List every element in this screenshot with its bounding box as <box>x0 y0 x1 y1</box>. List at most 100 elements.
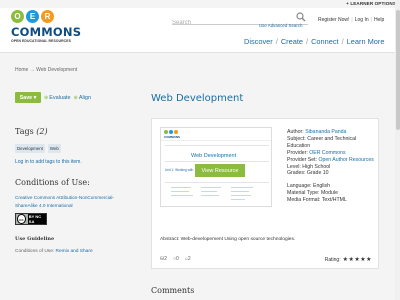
use-guideline-text: Conditions of Use: Remix and Share <box>15 249 93 254</box>
thumbnail-line <box>171 187 191 188</box>
cc-terms: BY NC SA <box>27 214 46 224</box>
thumbnail-line <box>165 145 269 146</box>
logo-dots: O E R <box>11 10 54 23</box>
oer-commons-logo[interactable]: O E R COMMONS OPEN EDUCATIONAL RESOURCES <box>8 8 81 52</box>
thumbnail-line <box>171 191 189 192</box>
divider: / <box>275 37 278 46</box>
evaluate-label: Evaluate <box>49 94 71 101</box>
divider: / <box>341 37 344 46</box>
thumbnail-line <box>231 191 249 192</box>
save-button[interactable]: Save ▾ <box>15 92 41 103</box>
resource-thumbnail[interactable]: COMMONS Web Development Unit 1: Working … <box>160 127 272 207</box>
cc-icon: cc <box>17 214 26 224</box>
remix-and-share-link[interactable]: Remix and Share <box>56 249 93 254</box>
login-to-tag-link[interactable]: Log in to add tags to this item. <box>15 159 82 165</box>
register-link[interactable]: Register Now! <box>318 17 349 23</box>
utility-bar: + LEARNER OPTIONS <box>0 0 400 8</box>
meta-material-type: Material Type: Module <box>287 190 338 197</box>
nav-discover[interactable]: Discover <box>244 37 273 46</box>
conditions-heading: Conditions of Use: <box>15 178 90 187</box>
meta-language: Language: English <box>287 183 330 190</box>
tag-list: Development Web <box>15 144 61 153</box>
tag-web[interactable]: Web <box>47 144 61 153</box>
advanced-search-link[interactable]: Use Advanced Search <box>259 23 302 28</box>
scrollbar-thumb[interactable] <box>395 10 400 130</box>
tag-development[interactable]: Development <box>15 144 45 153</box>
thumbnail-wordmark: COMMONS <box>164 135 180 139</box>
use-guideline-heading: Use Guideline <box>15 236 55 242</box>
nav-create[interactable]: Create <box>281 37 303 46</box>
abstract-text: Web-developement Using open source techn… <box>180 237 296 242</box>
resource-metadata: Author: Sibananda Panda Subject: Career … <box>287 129 377 204</box>
resource-footer: ⛁2 ○0 ⌂2 Rating: ★★★★★ <box>160 256 372 264</box>
cc-license-badge[interactable]: cc BY NC SA <box>15 213 47 225</box>
evaluate-icon: ⊕ <box>44 94 49 101</box>
site-header: O E R COMMONS OPEN EDUCATIONAL RESOURCES… <box>0 8 400 53</box>
thumbnail-line <box>231 195 251 196</box>
resource-counts: ⛁2 ○0 ⌂2 <box>160 256 191 262</box>
use-guideline-label: Conditions of Use: <box>15 249 55 254</box>
author-link[interactable]: Sibananda Panda <box>305 129 346 135</box>
nav-connect[interactable]: Connect <box>311 37 339 46</box>
thumbnail-header: COMMONS <box>161 128 271 141</box>
saves-count[interactable]: ⛁2 <box>160 256 167 262</box>
help-link[interactable]: Help <box>374 17 384 23</box>
rating-label: Rating: <box>324 256 341 263</box>
logo-dot-o: O <box>11 10 24 23</box>
provider-link[interactable]: OER Commons <box>309 150 345 156</box>
thumbnail-line <box>171 195 193 196</box>
logo-dot-e: E <box>26 10 39 23</box>
breadcrumb-home[interactable]: Home <box>15 67 28 73</box>
learner-options-toggle[interactable]: + LEARNER OPTIONS <box>346 1 396 6</box>
login-link[interactable]: Log In <box>355 17 369 23</box>
meta-subject: Subject: Career and Technical Education <box>287 135 357 149</box>
resource-rating: Rating: ★★★★★ <box>324 256 372 264</box>
meta-media-format: Media Format: Text/HTML <box>287 197 347 204</box>
logo-wordmark: COMMONS <box>11 25 82 39</box>
meta-level: Level: High School <box>287 163 331 170</box>
resource-abstract: Abstract: Web-developement Using open so… <box>160 237 295 242</box>
breadcrumb-arrow-icon: → <box>29 67 35 73</box>
divider: / <box>306 37 309 46</box>
meta-provider: Provider: OER Commons <box>287 149 346 156</box>
main-nav: Discover / Create / Connect / Learn More <box>244 37 384 46</box>
comments-count[interactable]: ○0 <box>173 256 179 262</box>
abstract-label: Abstract: <box>160 237 180 242</box>
search-icon[interactable] <box>296 12 306 22</box>
nav-learn-more[interactable]: Learn More <box>347 37 385 46</box>
tags-count-indicator[interactable]: ⌂2 <box>185 256 191 262</box>
thumbnail-line <box>231 187 253 188</box>
view-resource-button[interactable]: View Resource <box>195 164 245 177</box>
page-scrollbar[interactable] <box>395 0 400 300</box>
rating-stars-icon[interactable]: ★★★★★ <box>343 256 372 263</box>
comments-heading: Comments <box>151 286 195 295</box>
thumbnail-line <box>201 191 217 192</box>
thumbnail-logo-icon <box>164 130 178 134</box>
thumbnail-line <box>201 195 219 196</box>
align-link[interactable]: ⊕ Align <box>74 95 91 101</box>
meta-provider-set: Provider Set: Open Author Resources <box>287 156 374 163</box>
account-links: Register Now! | Log In | Help <box>318 17 384 23</box>
thumbnail-line <box>231 199 245 200</box>
thumbnail-line <box>201 187 221 188</box>
thumbnail-title: Web Development <box>191 153 237 159</box>
tags-title: Tags <box>15 127 34 136</box>
divider: | <box>370 17 372 23</box>
breadcrumb-current: Web Development <box>36 67 78 73</box>
thumbnail-unit: Unit 1: Working with <box>165 168 194 172</box>
evaluate-link[interactable]: ⊕ Evaluate <box>44 95 71 101</box>
tags-count: (2) <box>36 127 48 136</box>
meta-grades: Grades: Grade 10 <box>287 170 329 177</box>
license-link[interactable]: Creative Commons Attribution-NonCommerci… <box>15 194 135 209</box>
align-label: Align <box>78 94 92 101</box>
resource-card: COMMONS Web Development Unit 1: Working … <box>151 118 379 269</box>
thumbnail-line <box>165 161 269 162</box>
resource-actions: Save ▾ ⊕ Evaluate ⊕ Align <box>15 92 91 103</box>
provider-set-link[interactable]: Open Author Resources <box>318 157 373 163</box>
logo-dot-r: R <box>41 10 54 23</box>
logo-tagline: OPEN EDUCATIONAL RESOURCES <box>11 39 71 43</box>
thumbnail-line <box>165 182 269 183</box>
meta-author: Author: Sibananda Panda <box>287 129 347 135</box>
page-title: Web Development <box>151 93 244 104</box>
divider: | <box>351 17 353 23</box>
